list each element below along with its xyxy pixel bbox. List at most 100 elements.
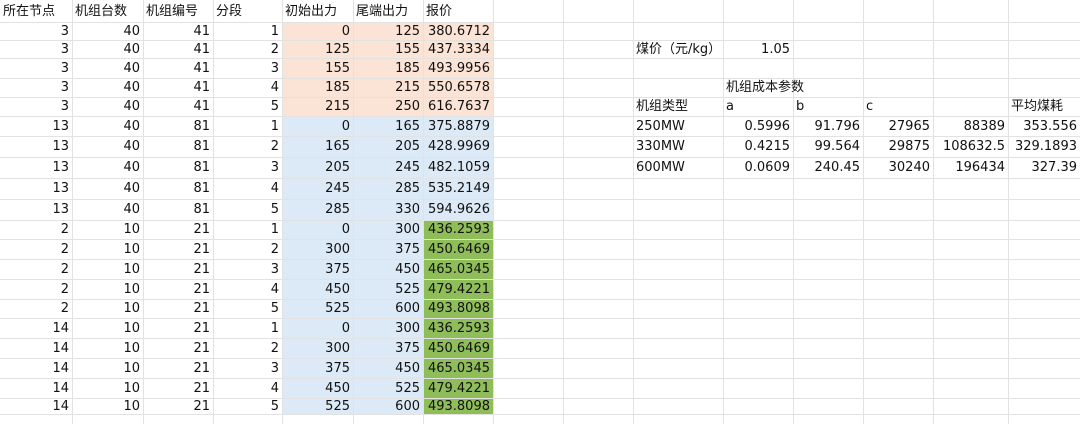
table-cell[interactable]: 493.8098 [423,400,493,414]
table-cell[interactable]: 482.1059 [423,161,493,175]
table-cell[interactable]: 450 [353,362,423,376]
table-cell[interactable]: 450.6469 [423,243,493,257]
table-cell[interactable]: 0 [282,120,353,134]
param-cell[interactable]: 30240 [863,161,933,175]
param-cell[interactable]: 240.45 [793,161,863,175]
table-cell[interactable]: 205 [353,140,423,154]
table-cell[interactable]: 3 [0,81,72,95]
table-cell[interactable]: 3 [0,62,72,76]
table-cell[interactable]: 13 [0,203,72,217]
table-cell[interactable]: 81 [143,203,213,217]
table-cell[interactable]: 4 [213,182,282,196]
table-cell[interactable]: 479.4221 [423,283,493,297]
table-cell[interactable]: 21 [143,283,213,297]
table-cell[interactable]: 450 [282,382,353,396]
table-cell[interactable]: 0 [282,25,353,39]
table-cell[interactable]: 525 [353,283,423,297]
table-cell[interactable]: 21 [143,322,213,336]
table-cell[interactable]: 375.8879 [423,120,493,134]
table-cell[interactable]: 3 [213,62,282,76]
table-cell[interactable]: 2 [213,140,282,154]
table-cell[interactable]: 41 [143,25,213,39]
table-cell[interactable]: 14 [0,362,72,376]
coal-price-value[interactable]: 1.05 [723,43,793,57]
table-cell[interactable]: 41 [143,81,213,95]
table-cell[interactable]: 5 [213,302,282,316]
table-cell[interactable]: 21 [143,362,213,376]
table-cell[interactable]: 21 [143,400,213,414]
column-header[interactable]: 尾端出力 [353,5,423,19]
table-cell[interactable]: 185 [282,81,353,95]
table-cell[interactable]: 2 [213,342,282,356]
table-cell[interactable]: 10 [72,283,143,297]
table-cell[interactable]: 40 [72,120,143,134]
table-cell[interactable]: 10 [72,342,143,356]
table-cell[interactable]: 14 [0,382,72,396]
table-cell[interactable]: 0 [282,322,353,336]
param-cell[interactable]: 99.564 [793,140,863,154]
table-cell[interactable]: 450 [353,263,423,277]
table-cell[interactable]: 41 [143,62,213,76]
table-cell[interactable]: 5 [213,100,282,114]
table-cell[interactable]: 600 [353,400,423,414]
table-cell[interactable]: 285 [353,182,423,196]
table-cell[interactable]: 2 [0,283,72,297]
table-cell[interactable]: 245 [353,161,423,175]
table-cell[interactable]: 4 [213,382,282,396]
table-cell[interactable]: 245 [282,182,353,196]
param-cell[interactable]: 327.39 [1008,161,1080,175]
table-cell[interactable]: 300 [353,322,423,336]
param-cell[interactable]: 91.796 [793,120,863,134]
table-cell[interactable]: 3 [0,43,72,57]
table-cell[interactable]: 81 [143,161,213,175]
table-cell[interactable]: 21 [143,382,213,396]
table-cell[interactable]: 215 [353,81,423,95]
param-cell[interactable]: 250MW [633,120,723,134]
table-cell[interactable]: 3 [213,362,282,376]
table-cell[interactable]: 2 [213,243,282,257]
table-cell[interactable]: 493.8098 [423,302,493,316]
table-cell[interactable]: 450.6469 [423,342,493,356]
table-cell[interactable]: 525 [353,382,423,396]
table-cell[interactable]: 436.2593 [423,322,493,336]
param-header[interactable]: b [793,100,863,114]
table-cell[interactable]: 13 [0,140,72,154]
table-cell[interactable]: 13 [0,182,72,196]
table-cell[interactable]: 81 [143,120,213,134]
table-cell[interactable]: 479.4221 [423,382,493,396]
table-cell[interactable]: 81 [143,140,213,154]
table-cell[interactable]: 0 [282,223,353,237]
table-cell[interactable]: 10 [72,243,143,257]
table-cell[interactable]: 465.0345 [423,362,493,376]
param-cell[interactable]: 353.556 [1008,120,1080,134]
table-cell[interactable]: 185 [353,62,423,76]
param-cell[interactable]: 600MW [633,161,723,175]
param-cell[interactable]: 329.1893 [1008,140,1080,154]
table-cell[interactable]: 3 [213,263,282,277]
table-cell[interactable]: 13 [0,120,72,134]
table-cell[interactable]: 375 [353,243,423,257]
table-cell[interactable]: 285 [282,203,353,217]
table-cell[interactable]: 437.3334 [423,43,493,57]
table-cell[interactable]: 14 [0,342,72,356]
table-cell[interactable]: 493.9956 [423,62,493,76]
table-cell[interactable]: 21 [143,243,213,257]
table-cell[interactable]: 3 [213,161,282,175]
table-cell[interactable]: 40 [72,25,143,39]
param-cell[interactable]: 0.0609 [723,161,793,175]
table-cell[interactable]: 41 [143,100,213,114]
table-cell[interactable]: 330 [353,203,423,217]
table-cell[interactable]: 300 [282,342,353,356]
table-cell[interactable]: 14 [0,322,72,336]
table-cell[interactable]: 525 [282,302,353,316]
table-cell[interactable]: 465.0345 [423,263,493,277]
table-cell[interactable]: 165 [353,120,423,134]
table-cell[interactable]: 13 [0,161,72,175]
column-header[interactable]: 报价 [423,5,493,19]
table-cell[interactable]: 4 [213,81,282,95]
table-cell[interactable]: 375 [282,362,353,376]
table-cell[interactable]: 155 [282,62,353,76]
table-cell[interactable]: 3 [0,25,72,39]
table-cell[interactable]: 40 [72,100,143,114]
table-cell[interactable]: 165 [282,140,353,154]
